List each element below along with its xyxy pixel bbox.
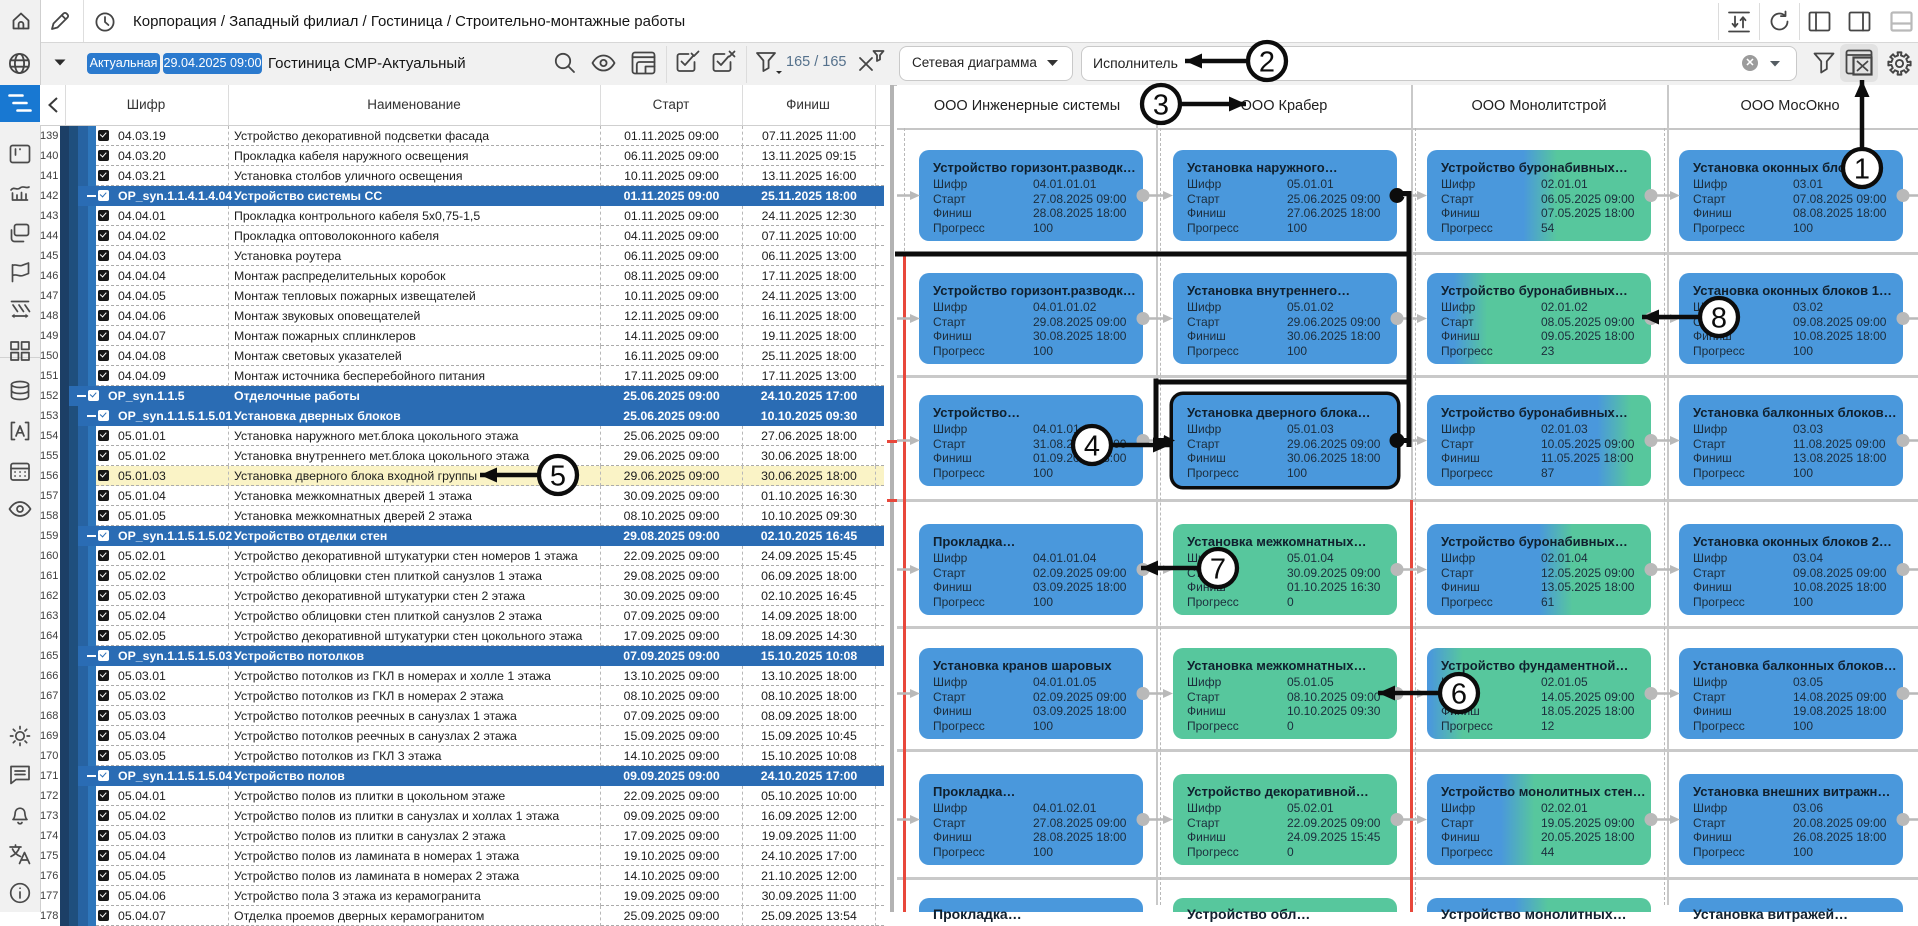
svg-text:2: 2 xyxy=(1259,47,1275,79)
svg-text:8: 8 xyxy=(1711,303,1727,335)
svg-text:4: 4 xyxy=(1084,431,1100,463)
svg-text:7: 7 xyxy=(1210,554,1226,586)
svg-text:5: 5 xyxy=(550,461,566,493)
svg-text:1: 1 xyxy=(1854,154,1870,186)
svg-text:3: 3 xyxy=(1153,90,1169,122)
svg-text:6: 6 xyxy=(1451,679,1467,711)
